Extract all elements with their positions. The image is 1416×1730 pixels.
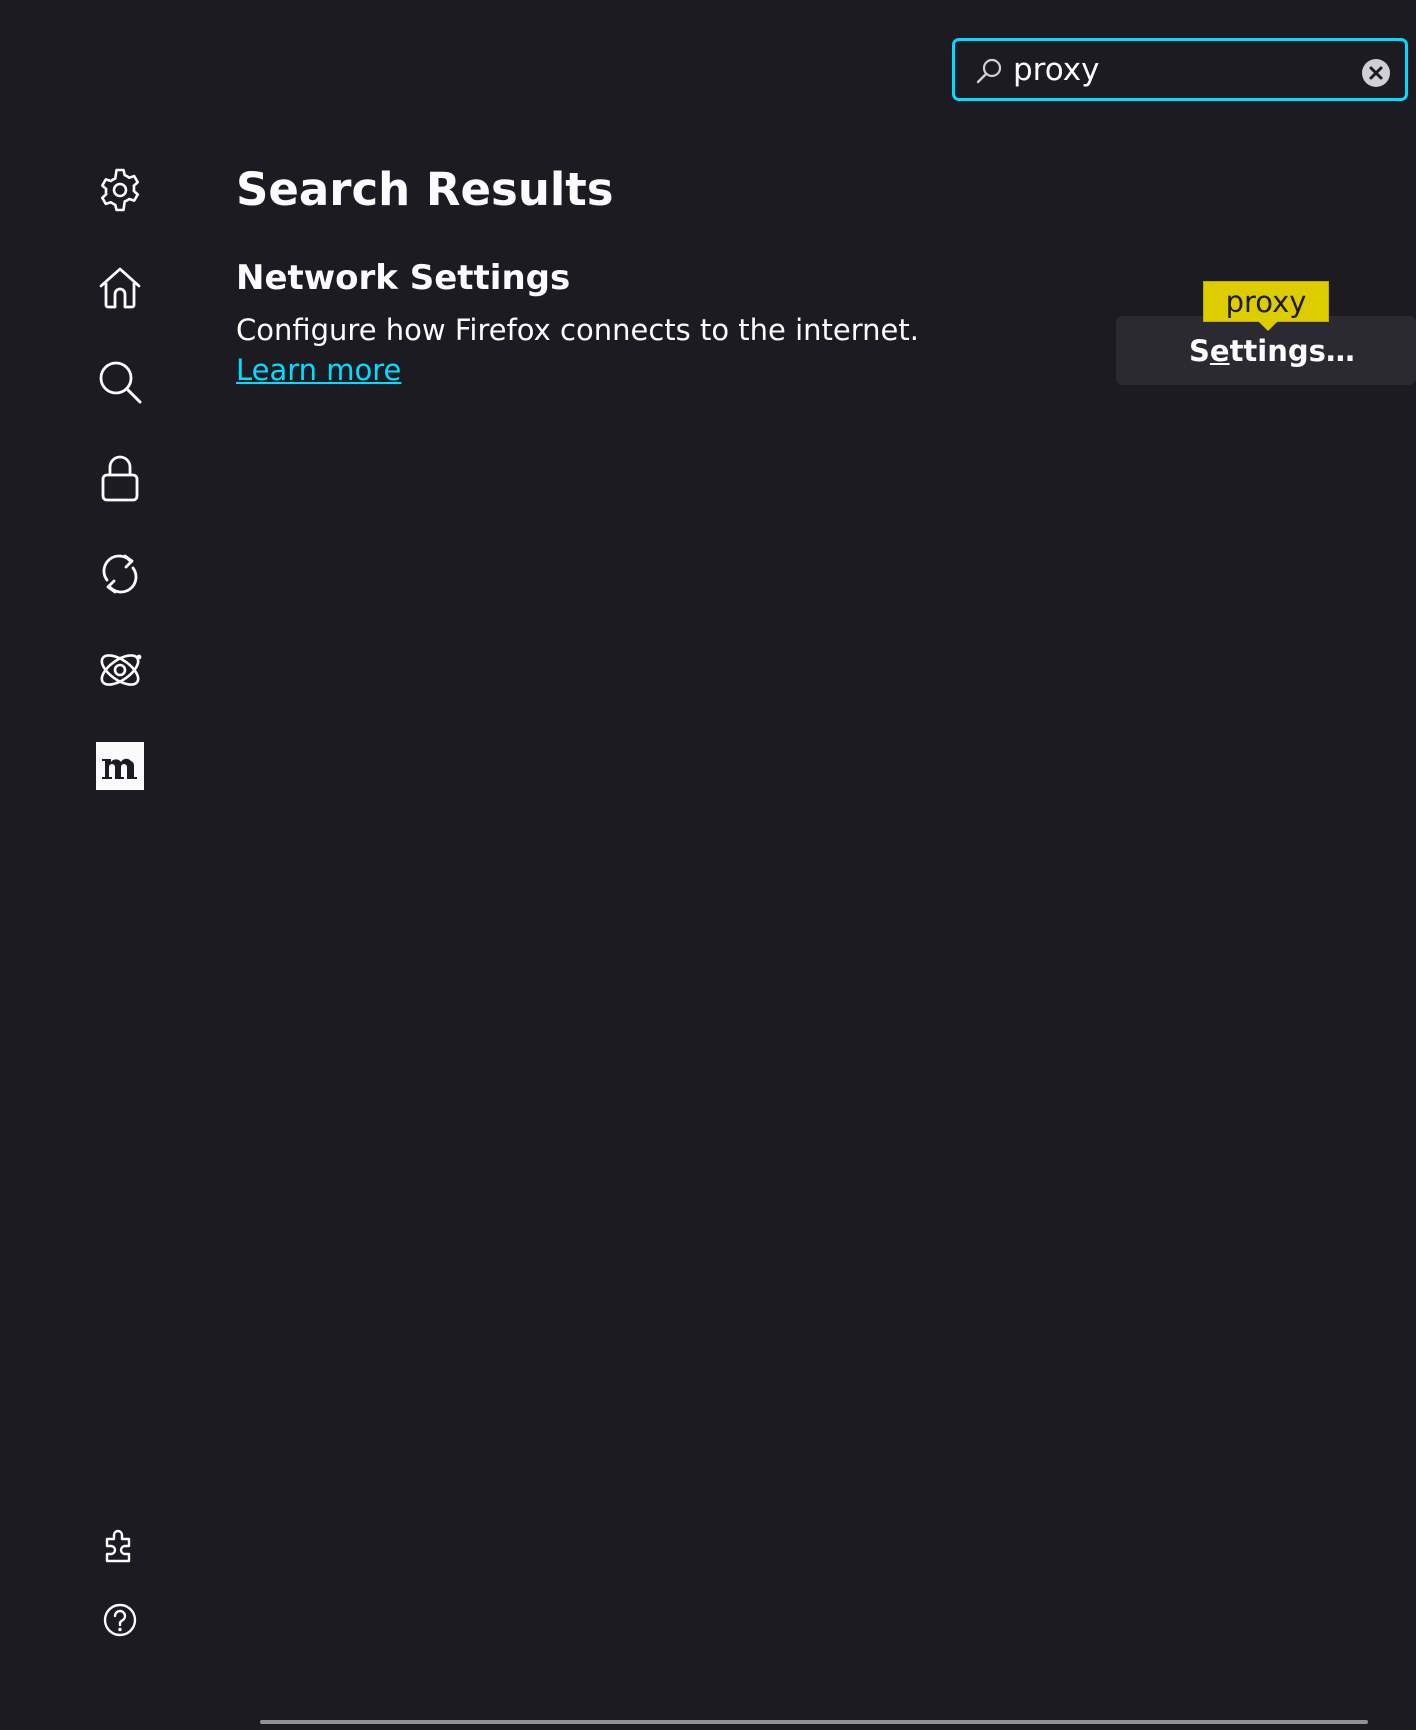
- search-icon: [976, 58, 1002, 84]
- sidebar-item-sync[interactable]: [94, 548, 146, 600]
- horizontal-scrollbar[interactable]: [260, 1720, 1368, 1724]
- sidebar-item-privacy[interactable]: [94, 452, 146, 504]
- sidebar-item-home[interactable]: [94, 262, 146, 314]
- atom-icon: [100, 654, 142, 686]
- sidebar-item-more-from-mozilla[interactable]: [94, 740, 146, 792]
- lock-icon: [101, 455, 139, 502]
- sidebar-item-experimental[interactable]: [94, 644, 146, 696]
- mozilla-m-icon: [96, 742, 144, 790]
- settings-page: Search Results Network Settings Configur…: [0, 0, 1416, 1730]
- sidebar-item-general[interactable]: [94, 164, 146, 216]
- search-box[interactable]: [952, 38, 1408, 101]
- page-title: Search Results: [236, 163, 614, 216]
- learn-more-link[interactable]: Learn more: [236, 349, 401, 391]
- help-icon: [103, 1603, 137, 1637]
- gear-icon: [101, 168, 139, 212]
- search-icon: [99, 361, 142, 404]
- clear-icon[interactable]: [1362, 59, 1390, 87]
- sidebar-item-extensions-themes[interactable]: [94, 1518, 146, 1570]
- tooltip-arrow: [1258, 321, 1278, 331]
- sidebar-item-support[interactable]: [94, 1594, 146, 1646]
- tooltip-text: proxy: [1225, 285, 1307, 319]
- sidebar-item-search[interactable]: [94, 356, 146, 408]
- section-description: Configure how Firefox connects to the in…: [236, 313, 919, 347]
- settings-button-accesskey: e: [1209, 333, 1230, 368]
- search-input[interactable]: [1013, 47, 1313, 93]
- search-match-tooltip: proxy: [1203, 281, 1329, 331]
- settings-button-label-start: S: [1189, 333, 1210, 368]
- home-icon: [99, 267, 141, 309]
- sync-icon: [102, 554, 138, 594]
- settings-button-label-end: ttings…: [1229, 333, 1355, 368]
- puzzle-icon: [105, 1529, 131, 1563]
- section-title: Network Settings: [236, 258, 571, 298]
